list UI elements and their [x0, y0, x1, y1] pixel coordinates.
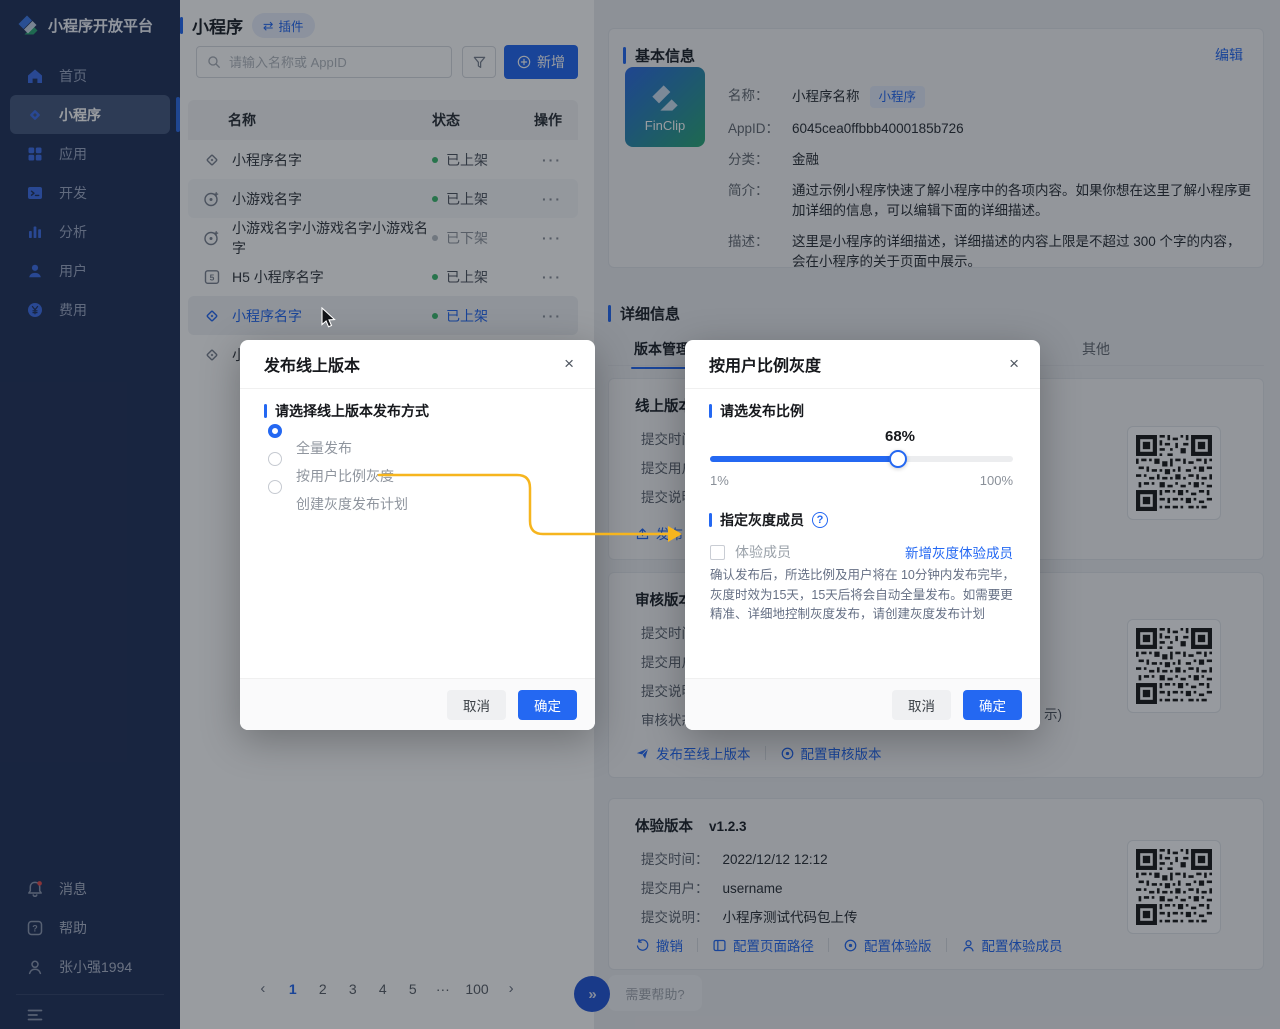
add-gray-member-link[interactable]: 新增灰度体验成员: [905, 542, 1013, 562]
app-window: 小程序开放平台 首页 小程序 应用 开发 分析: [0, 0, 1280, 1029]
section-title: 指定灰度成员: [720, 510, 804, 530]
section-title: 请选发布比例: [720, 401, 804, 421]
help-circle-icon[interactable]: ?: [812, 512, 828, 528]
gray-members-section: 指定灰度成员 ?: [709, 510, 828, 530]
ratio-slider[interactable]: [710, 450, 1013, 468]
trial-member-label: 体验成员: [735, 542, 791, 562]
section-title: 请选择线上版本发布方式: [275, 401, 429, 421]
radio-gray-plan[interactable]: [268, 480, 282, 494]
radio-label-gray-by-ratio[interactable]: 按用户比例灰度: [296, 466, 394, 486]
slider-min-label: 1%: [710, 473, 729, 488]
modal-title: 发布线上版本: [240, 340, 595, 389]
cancel-button[interactable]: 取消: [447, 690, 506, 720]
radio-full-release[interactable]: [268, 424, 282, 438]
confirm-button[interactable]: 确定: [963, 690, 1022, 720]
close-icon[interactable]: ×: [1009, 355, 1019, 372]
ratio-section: 请选发布比例: [709, 401, 804, 421]
radio-gray-by-ratio[interactable]: [268, 452, 282, 466]
cancel-button[interactable]: 取消: [892, 690, 951, 720]
section-marker: [709, 404, 712, 418]
trial-member-checkbox[interactable]: [710, 545, 725, 560]
modal-footer: 取消 确定: [240, 678, 595, 730]
gray-ratio-modal: 按用户比例灰度 × 请选发布比例 68% 1% 100% 指定灰度成员 ? 体验…: [685, 340, 1040, 730]
modal-title: 按用户比例灰度: [685, 340, 1040, 389]
member-row: 体验成员 新增灰度体验成员: [710, 542, 1013, 562]
section-marker: [709, 513, 712, 527]
close-icon[interactable]: ×: [564, 355, 574, 372]
radio-label-full-release[interactable]: 全量发布: [296, 438, 352, 458]
modal-footer: 取消 确定: [685, 678, 1040, 730]
section-marker: [264, 404, 267, 418]
publish-mode-section: 请选择线上版本发布方式: [264, 401, 429, 421]
slider-fill: [710, 456, 898, 462]
modal-backdrop[interactable]: [0, 0, 1280, 1029]
slider-thumb[interactable]: [889, 450, 907, 468]
ratio-value: 68%: [870, 428, 930, 445]
confirm-button[interactable]: 确定: [518, 690, 577, 720]
gray-release-note: 确认发布后，所选比例及用户将在 10分钟内发布完毕，灰度时效为15天，15天后将…: [710, 566, 1018, 625]
radio-label-gray-plan[interactable]: 创建灰度发布计划: [296, 494, 408, 514]
slider-max-label: 100%: [980, 473, 1013, 488]
publish-version-modal: 发布线上版本 × 请选择线上版本发布方式 全量发布 按用户比例灰度 创建灰度发布…: [240, 340, 595, 730]
slider-range-labels: 1% 100%: [710, 473, 1013, 488]
